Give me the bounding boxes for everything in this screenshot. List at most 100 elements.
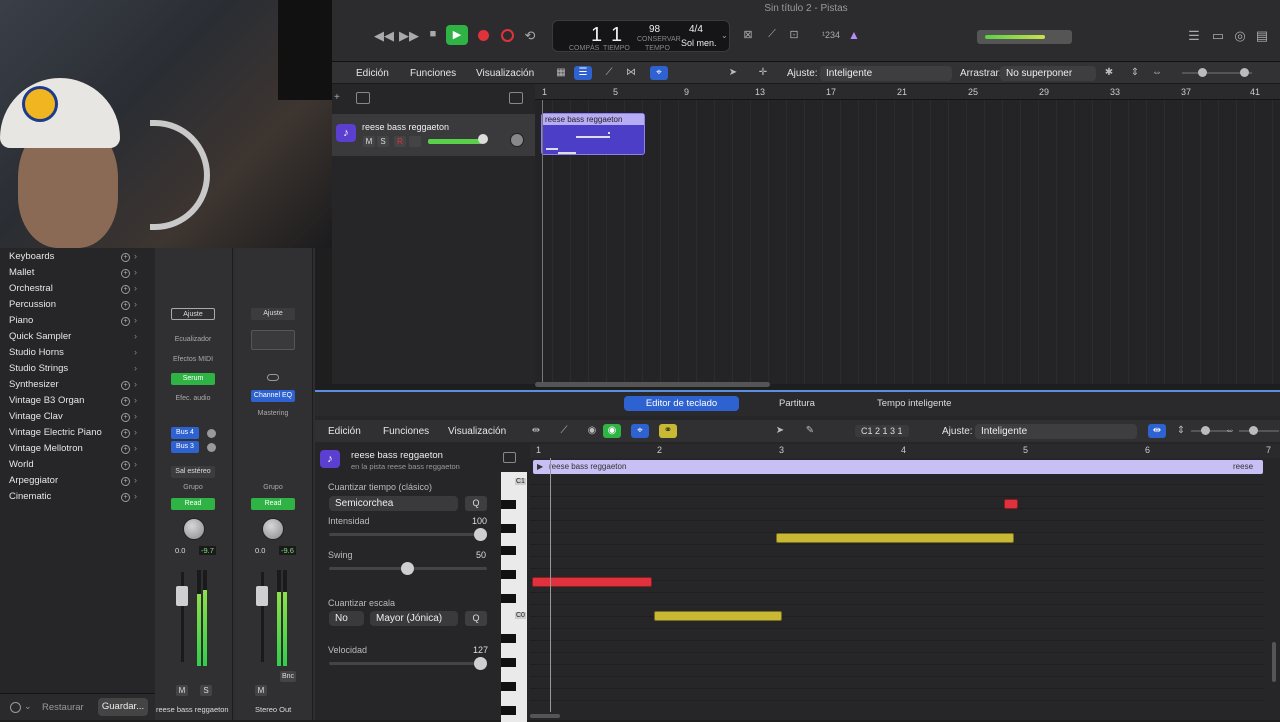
strip2-settings-button[interactable]: Ajuste xyxy=(251,308,295,320)
strip2-plugin2-slot[interactable]: Mastering xyxy=(251,408,295,420)
track-solo-button[interactable]: S xyxy=(377,136,389,147)
add-icon[interactable]: + xyxy=(121,285,130,294)
editor-vertical-scrollbar[interactable] xyxy=(1272,642,1276,682)
loop-browser-icon[interactable]: ◎ xyxy=(1230,28,1250,44)
quantize-button[interactable]: Q xyxy=(465,496,487,511)
chevron-right-icon[interactable]: › xyxy=(134,459,137,469)
strength-slider[interactable] xyxy=(329,533,487,536)
editor-menu-edit[interactable]: Edición xyxy=(328,426,361,437)
editor-snap-select[interactable]: Inteligente xyxy=(975,424,1137,439)
chevron-right-icon[interactable]: › xyxy=(134,331,137,341)
track-stack-icon[interactable] xyxy=(356,92,370,104)
velocity-slider[interactable] xyxy=(329,662,487,665)
scale-root-select[interactable]: No xyxy=(329,611,364,626)
restore-button[interactable]: Restaurar xyxy=(42,702,84,713)
midi-note[interactable] xyxy=(654,611,782,621)
strip2-mute-button[interactable]: M xyxy=(255,685,267,696)
browsers-icon[interactable]: ▤ xyxy=(1252,28,1272,44)
count-in-icon[interactable]: ¹234 xyxy=(822,30,840,40)
pointer-tool-icon[interactable]: ➤ xyxy=(724,66,742,80)
zoom-slider-handle-2[interactable] xyxy=(1240,68,1249,77)
waveform-zoom-icon[interactable]: ✱ xyxy=(1100,66,1118,80)
library-item[interactable]: Percussion xyxy=(9,299,56,310)
note-pad-icon[interactable]: ▭ xyxy=(1208,28,1228,44)
editor-region-bar[interactable]: ▶ reese bass reggaeton reese xyxy=(533,460,1263,474)
black-key[interactable] xyxy=(501,524,516,533)
strip2-automation-slot[interactable]: Read xyxy=(251,498,295,510)
editor-menu-view[interactable]: Visualización xyxy=(448,426,506,437)
strength-slider-handle[interactable] xyxy=(474,528,487,541)
midi-region[interactable]: reese bass reggaeton xyxy=(541,113,645,155)
menu-view[interactable]: Visualización xyxy=(476,68,534,79)
strip1-pan-knob[interactable] xyxy=(183,518,205,540)
library-item[interactable]: Vintage B3 Organ xyxy=(9,395,84,406)
global-tracks-icon[interactable] xyxy=(509,92,523,104)
add-track-icon[interactable]: + xyxy=(334,92,340,103)
zoom-slider-handle[interactable] xyxy=(1198,68,1207,77)
editor-waveform-zoom-icon[interactable]: ⇹ xyxy=(1148,424,1166,438)
strip1-volume-fader[interactable] xyxy=(176,586,188,606)
strip1-group-slot[interactable]: Grupo xyxy=(171,482,215,494)
editor-pencil-tool-icon[interactable]: ✎ xyxy=(801,424,819,438)
tuner-icon[interactable]: ⟋ xyxy=(762,28,782,41)
add-icon[interactable]: + xyxy=(121,317,130,326)
editor-horizontal-zoom-icon[interactable]: ⇔ xyxy=(1221,424,1239,438)
strip1-solo-button[interactable]: S xyxy=(200,685,212,696)
editor-ruler[interactable]: 1 2 3 4 5 6 7 xyxy=(530,444,1280,458)
strip2-plugin-slot[interactable]: Channel EQ xyxy=(251,390,295,402)
library-item[interactable]: Studio Strings xyxy=(9,363,68,374)
library-item[interactable]: World xyxy=(9,459,34,470)
track-name[interactable]: reese bass reggaeton xyxy=(362,122,449,132)
chevron-right-icon[interactable]: › xyxy=(134,267,137,277)
quantize-select[interactable]: Semicorchea xyxy=(329,496,458,511)
black-key[interactable] xyxy=(501,706,516,715)
editor-region-play-icon[interactable]: ▶ xyxy=(537,462,543,471)
replace-icon[interactable]: ⊠ xyxy=(738,28,758,41)
library-item[interactable]: Vintage Mellotron xyxy=(9,443,83,454)
secondary-tool-icon[interactable]: ✛ xyxy=(754,66,772,80)
chevron-right-icon[interactable]: › xyxy=(134,427,137,437)
editor-link-icon[interactable]: ⚭ xyxy=(659,424,677,438)
strip1-eq-slot[interactable]: Ecualizador xyxy=(171,334,215,346)
add-icon[interactable]: + xyxy=(121,269,130,278)
add-icon[interactable]: + xyxy=(121,301,130,310)
note-grid[interactable] xyxy=(530,474,1265,712)
play-icon[interactable]: ▶ xyxy=(446,25,468,45)
list-view-icon[interactable]: ☰ xyxy=(574,66,592,80)
lcd-dropdown-icon[interactable]: ⌄ xyxy=(721,31,728,40)
chevron-right-icon[interactable]: › xyxy=(134,347,137,357)
black-key[interactable] xyxy=(501,594,516,603)
editor-playhead[interactable] xyxy=(550,458,551,712)
chevron-right-icon[interactable]: › xyxy=(134,315,137,325)
editor-midi-in-icon[interactable]: ◉ xyxy=(583,424,601,438)
library-item[interactable]: Cinematic xyxy=(9,491,51,502)
catch-icon[interactable]: ⌖ xyxy=(650,66,668,80)
library-item[interactable]: Keyboards xyxy=(9,251,54,262)
editor-horizontal-scrollbar[interactable] xyxy=(530,714,560,718)
chevron-right-icon[interactable]: › xyxy=(134,475,137,485)
swing-slider-handle[interactable] xyxy=(401,562,414,575)
strip1-instrument-slot[interactable]: Serum xyxy=(171,373,215,385)
chevron-right-icon[interactable]: › xyxy=(134,283,137,293)
library-item[interactable]: Orchestral xyxy=(9,283,53,294)
add-icon[interactable]: + xyxy=(121,461,130,470)
track-mute-button[interactable]: M xyxy=(363,136,375,147)
black-key[interactable] xyxy=(501,682,516,691)
track-input-monitor-button[interactable] xyxy=(409,136,421,147)
midi-note[interactable] xyxy=(776,533,1014,543)
menu-functions[interactable]: Funciones xyxy=(410,68,456,79)
automation-icon[interactable]: ⟋ xyxy=(600,66,618,80)
strip1-mute-button[interactable]: M xyxy=(176,685,188,696)
black-key[interactable] xyxy=(501,658,516,667)
add-icon[interactable]: + xyxy=(121,429,130,438)
playhead[interactable] xyxy=(542,100,543,384)
editor-quantize-icon[interactable]: ⇹ xyxy=(527,424,545,438)
lcd-display[interactable]: 1 1 COMPÁS TIEMPO 98 CONSERVAR TEMPO 4/4… xyxy=(552,20,730,52)
add-icon[interactable]: + xyxy=(121,445,130,454)
add-icon[interactable]: + xyxy=(121,493,130,502)
add-icon[interactable]: + xyxy=(121,397,130,406)
rewind-icon[interactable]: ◀◀ xyxy=(374,28,394,44)
grid-view-icon[interactable]: ▦ xyxy=(552,66,570,80)
track-pan-knob[interactable] xyxy=(510,133,524,147)
save-button[interactable]: Guardar... xyxy=(98,698,148,716)
